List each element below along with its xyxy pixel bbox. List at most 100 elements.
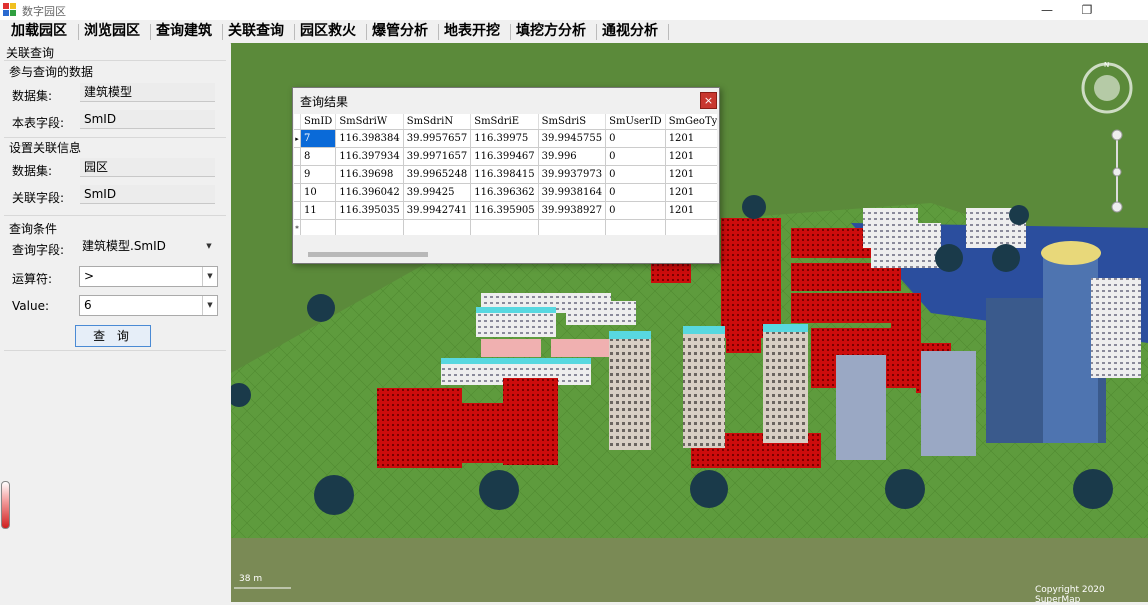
table-cell[interactable]: 116.397934 — [335, 147, 404, 166]
table-cell[interactable]: 116.396042 — [335, 183, 404, 202]
table-cell[interactable]: 1201 — [665, 183, 717, 202]
table-cell[interactable]: 0 — [605, 165, 666, 184]
table-cell[interactable]: 9 — [300, 165, 337, 184]
new-row[interactable]: * — [294, 219, 717, 235]
column-header[interactable]: SmUserID — [605, 114, 666, 130]
column-header[interactable]: SmSdriE — [470, 114, 539, 130]
table-cell[interactable]: 0 — [605, 201, 666, 220]
menu-query-building[interactable]: 查询建筑 — [154, 22, 214, 41]
table-cell[interactable]: 7 — [300, 129, 337, 148]
table-cell[interactable]: 39.9938927 — [538, 201, 607, 220]
table-row[interactable]: ▸ 7 116.398384 39.9957657 116.39975 39.9… — [294, 129, 717, 148]
table-cell[interactable]: 39.9965248 — [403, 165, 472, 184]
table-cell[interactable]: 0 — [605, 129, 666, 148]
close-button[interactable]: × — [700, 92, 717, 109]
table-cell[interactable]: 116.398415 — [470, 165, 539, 184]
menu-bar: 加载园区 浏览园区 查询建筑 关联查询 园区救火 爆管分析 地表开挖 填挖方分析… — [0, 20, 1148, 44]
table-cell[interactable]: 39.9937973 — [538, 165, 607, 184]
table-cell[interactable]: 116.399467 — [470, 147, 539, 166]
table-row[interactable]: 9 116.39698 39.9965248 116.398415 39.993… — [294, 165, 717, 184]
table-cell[interactable]: 10 — [300, 183, 337, 202]
table-cell[interactable]: 116.395905 — [470, 201, 539, 220]
table-cell[interactable]: 1201 — [665, 165, 717, 184]
table-cell[interactable]: 116.39975 — [470, 129, 539, 148]
svg-text:N: N — [1104, 61, 1109, 69]
table-cell[interactable]: 39.996 — [538, 147, 607, 166]
menu-load-park[interactable]: 加载园区 — [9, 22, 69, 41]
scale-bar-label: 38 m — [239, 574, 263, 584]
join-field-label: 关联字段: — [12, 191, 65, 205]
group-condition-title: 查询条件 — [9, 222, 58, 236]
group-join-info-title: 设置关联信息 — [9, 141, 82, 155]
table-row[interactable]: 8 116.397934 39.9971657 116.399467 39.99… — [294, 147, 717, 166]
table-cell[interactable]: 1201 — [665, 147, 717, 166]
app-icon — [3, 3, 17, 17]
table-cell[interactable]: 39.9938164 — [538, 183, 607, 202]
table-cell[interactable]: 0 — [605, 147, 666, 166]
table-cell[interactable]: 39.9942741 — [403, 201, 472, 220]
query-field-value: 建筑模型.SmID — [82, 239, 166, 253]
column-header[interactable]: SmID — [300, 114, 337, 130]
column-header[interactable]: SmGeoTy — [665, 114, 717, 130]
this-field-label: 本表字段: — [12, 116, 65, 130]
table-cell[interactable]: 116.39698 — [335, 165, 404, 184]
horizontal-scrollbar[interactable] — [294, 248, 717, 260]
menu-pipe-burst[interactable]: 爆管分析 — [370, 22, 430, 41]
table-cell[interactable]: 39.9971657 — [403, 147, 472, 166]
operator-value: > — [84, 269, 95, 283]
menu-cut-fill[interactable]: 填挖方分析 — [514, 22, 588, 41]
table-cell[interactable]: 1201 — [665, 201, 717, 220]
value-select[interactable]: 6 ▼ — [79, 295, 218, 316]
column-header[interactable]: SmSdriN — [403, 114, 472, 130]
query-field-select[interactable]: 建筑模型.SmID ▼ — [78, 237, 216, 258]
query-field-label: 查询字段: — [12, 243, 65, 257]
table-cell[interactable]: 39.9957657 — [403, 129, 472, 148]
header-row: SmID SmSdriW SmSdriN SmSdriE SmSdriS SmU… — [294, 114, 717, 130]
menu-fire-rescue[interactable]: 园区救火 — [298, 22, 358, 41]
this-field-value[interactable]: SmID — [80, 110, 215, 129]
column-header[interactable]: SmSdriW — [335, 114, 404, 130]
dataset-field[interactable]: 建筑模型 — [80, 83, 215, 102]
menu-excavation[interactable]: 地表开挖 — [442, 22, 502, 41]
slider-handle[interactable] — [1, 481, 10, 529]
table-cell[interactable]: 1201 — [665, 129, 717, 148]
dialog-title: 查询结果 — [300, 95, 349, 109]
table-row[interactable]: 10 116.396042 39.99425 116.396362 39.993… — [294, 183, 717, 202]
value-value: 6 — [84, 298, 92, 312]
window-title: 数字园区 — [22, 5, 66, 18]
table-row[interactable]: 11 116.395035 39.9942741 116.395905 39.9… — [294, 201, 717, 220]
column-header[interactable]: SmSdriS — [538, 114, 607, 130]
value-label: Value: — [12, 299, 49, 313]
join-field-value[interactable]: SmID — [80, 185, 215, 204]
table-cell[interactable]: 39.9945755 — [538, 129, 607, 148]
table-cell[interactable]: 39.99425 — [403, 183, 472, 202]
chevron-down-icon: ▼ — [202, 267, 217, 286]
chevron-down-icon: ▼ — [206, 242, 212, 250]
table-cell[interactable]: 116.398384 — [335, 129, 404, 148]
operator-label: 运算符: — [12, 272, 53, 286]
table-cell[interactable]: 0 — [605, 183, 666, 202]
table-cell[interactable]: 8 — [300, 147, 337, 166]
menu-visibility[interactable]: 通视分析 — [600, 22, 660, 41]
panel-title: 关联查询 — [6, 46, 55, 60]
table-cell[interactable]: 116.396362 — [470, 183, 539, 202]
join-query-panel: 关联查询 参与查询的数据 数据集: 建筑模型 本表字段: SmID 设置关联信息… — [0, 43, 230, 602]
join-dataset-label: 数据集: — [12, 164, 53, 178]
restore-button[interactable]: ❐ — [1064, 0, 1110, 20]
result-table: SmID SmSdriW SmSdriN SmSdriE SmSdriS SmU… — [294, 114, 717, 235]
table-cell[interactable]: 11 — [300, 201, 337, 220]
menu-browse-park[interactable]: 浏览园区 — [82, 22, 142, 41]
dataset-label: 数据集: — [12, 89, 53, 103]
copyright-label: Copyright 2020 SuperMap — [1035, 585, 1105, 605]
table-cell[interactable]: 116.395035 — [335, 201, 404, 220]
group-query-data-title: 参与查询的数据 — [9, 65, 94, 79]
query-result-dialog[interactable]: 查询结果 × SmID SmSdriW SmSdriN SmSdriE SmSd… — [292, 87, 720, 264]
join-dataset-field[interactable]: 园区 — [80, 158, 215, 177]
operator-select[interactable]: > ▼ — [79, 266, 218, 287]
query-button[interactable]: 查 询 — [75, 325, 151, 347]
scrollbar-thumb[interactable] — [308, 252, 428, 257]
chevron-down-icon: ▼ — [202, 296, 217, 315]
title-bar: 数字园区 — ❐ — [0, 0, 1148, 20]
result-grid[interactable]: SmID SmSdriW SmSdriN SmSdriE SmSdriS SmU… — [294, 114, 717, 235]
menu-join-query[interactable]: 关联查询 — [226, 22, 286, 41]
